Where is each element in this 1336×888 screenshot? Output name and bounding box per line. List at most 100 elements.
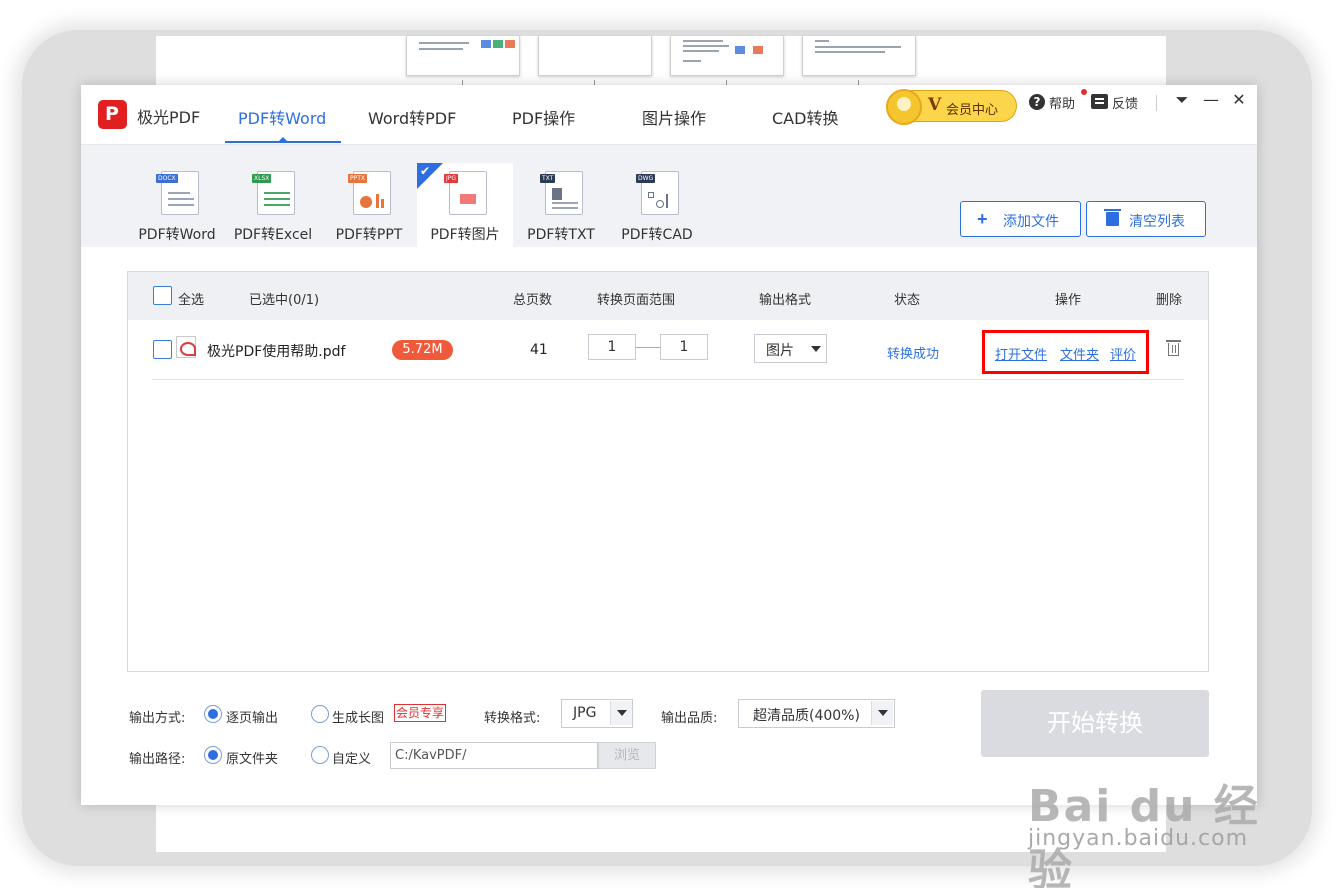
xlsx-file-icon: XLSX (252, 171, 295, 215)
chevron-down-icon (811, 346, 821, 352)
select-all-checkbox[interactable] (153, 286, 172, 305)
range-separator (636, 347, 662, 348)
header-page-range: 转换页面范围 (597, 293, 676, 308)
header-operations: 操作 (1055, 293, 1082, 308)
plus-icon: + (977, 209, 988, 229)
radio-per-page[interactable] (204, 705, 222, 723)
vip-center-button[interactable]: V 会员中心 (886, 89, 1017, 125)
tab-pdf-operations[interactable]: PDF操作 (512, 105, 575, 129)
tool-pdf-to-word[interactable]: DOCX PDF转Word (129, 163, 225, 247)
page-count: 41 (530, 342, 548, 358)
long-image-label[interactable]: 生成长图 (332, 707, 384, 726)
tab-pdf-to-word[interactable]: PDF转Word (238, 105, 326, 129)
dropdown-button (871, 701, 893, 725)
range-to-input[interactable]: 1 (660, 334, 708, 360)
radio-long-image[interactable] (311, 705, 329, 723)
output-mode-label: 输出方式: (129, 711, 186, 726)
header-total-pages: 总页数 (513, 293, 553, 308)
convert-format-label: 转换格式: (484, 711, 541, 726)
open-file-link[interactable]: 打开文件 (995, 344, 1047, 363)
pptx-file-icon: PPTX (348, 171, 391, 215)
table-header: 全选 已选中(0/1) 总页数 转换页面范围 输出格式 状态 操作 删除 (128, 272, 1208, 320)
delete-icon[interactable] (1166, 340, 1181, 356)
file-name: 极光PDF使用帮助.pdf (207, 344, 346, 360)
tool-pdf-to-image[interactable]: ✔ JPG PDF转图片 (417, 163, 513, 247)
feedback-button[interactable]: 反馈 (1112, 93, 1138, 112)
help-button[interactable]: 帮助 (1049, 93, 1075, 112)
add-file-button[interactable]: + 添加文件 (960, 201, 1081, 237)
quality-label: 输出品质: (661, 711, 718, 726)
app-window: P 极光PDF PDF转Word Word转PDF PDF操作 图片操作 CAD… (81, 85, 1257, 805)
original-folder-label[interactable]: 原文件夹 (226, 748, 278, 767)
convert-format-select[interactable]: JPG (561, 699, 633, 728)
app-logo-icon: P (98, 100, 127, 129)
checkmark-icon: ✔ (420, 164, 431, 178)
user-avatar-icon (886, 89, 922, 125)
operations-highlight: 打开文件 文件夹 评价 (982, 330, 1149, 374)
page-thumbnail[interactable] (406, 36, 520, 76)
header-status: 状态 (894, 293, 921, 308)
custom-path-label[interactable]: 自定义 (332, 748, 371, 767)
page-thumbnail[interactable] (670, 36, 784, 76)
tool-label: PDF转Excel (233, 227, 313, 243)
app-name: 极光PDF (137, 108, 201, 127)
tool-pdf-to-txt[interactable]: TXT PDF转TXT (513, 163, 609, 247)
per-page-label[interactable]: 逐页输出 (226, 707, 278, 726)
tool-label: PDF转图片 (430, 227, 500, 243)
range-from-input[interactable]: 1 (588, 334, 636, 360)
quality-select[interactable]: 超清品质(400%) (738, 699, 895, 728)
minimize-icon[interactable]: — (1202, 91, 1220, 109)
tool-label: PDF转Word (138, 227, 216, 243)
vip-center-label: 会员中心 (946, 103, 999, 118)
chevron-down-icon (617, 710, 627, 716)
page-thumbnail[interactable] (538, 36, 652, 76)
vip-badge-icon: V (928, 95, 942, 115)
tool-label: PDF转TXT (527, 227, 595, 243)
output-path-label: 输出路径: (129, 752, 186, 767)
jpg-file-icon: JPG (444, 171, 487, 215)
format-select[interactable]: 图片 (754, 334, 827, 363)
feedback-icon[interactable] (1091, 94, 1108, 109)
tool-pdf-to-ppt[interactable]: PPTX PDF转PPT (321, 163, 417, 247)
start-convert-button[interactable]: 开始转换 (981, 690, 1209, 757)
header-divider (1156, 95, 1157, 111)
rate-link[interactable]: 评价 (1110, 344, 1136, 363)
browse-button[interactable]: 浏览 (598, 742, 656, 769)
output-path-input[interactable]: C:/KavPDF/ (390, 742, 598, 769)
row-checkbox[interactable] (153, 340, 172, 359)
tab-word-to-pdf[interactable]: Word转PDF (368, 105, 456, 129)
header-output-format: 输出格式 (759, 293, 812, 308)
tool-pdf-to-excel[interactable]: XLSX PDF转Excel (225, 163, 321, 247)
dwg-file-icon: DWG (636, 171, 679, 215)
header-delete: 删除 (1156, 293, 1183, 308)
trash-icon (1104, 209, 1121, 226)
tool-pdf-to-cad[interactable]: DWG PDF转CAD (609, 163, 705, 247)
page-thumbnail[interactable] (802, 36, 916, 76)
notification-dot (1081, 89, 1087, 95)
title-bar: P 极光PDF PDF转Word Word转PDF PDF操作 图片操作 CAD… (81, 85, 1257, 145)
baidu-jingyan-watermark: Bai du 经验 jingyan.baidu.com (1028, 781, 1260, 888)
table-row[interactable]: 极光PDF使用帮助.pdf 5.72M 41 1 1 图片 转换成功 打开文件 … (152, 320, 1184, 380)
page-thumbnail-strip (196, 36, 1126, 92)
close-icon[interactable]: ✕ (1230, 91, 1248, 109)
clear-list-button[interactable]: 清空列表 (1086, 201, 1206, 237)
docx-file-icon: DOCX (156, 171, 199, 215)
file-table: 全选 已选中(0/1) 总页数 转换页面范围 输出格式 状态 操作 删除 极光P… (127, 271, 1209, 672)
file-size-badge: 5.72M (392, 340, 453, 360)
radio-original-folder[interactable] (204, 746, 222, 764)
dropdown-button (610, 701, 632, 725)
help-icon[interactable]: ? (1029, 94, 1045, 110)
tab-image-operations[interactable]: 图片操作 (642, 105, 706, 129)
conversion-status: 转换成功 (887, 347, 940, 362)
selected-count: 已选中(0/1) (249, 293, 320, 308)
menu-dropdown-icon[interactable]: ⏷ (1173, 91, 1191, 109)
tab-cad-convert[interactable]: CAD转换 (772, 105, 838, 129)
open-folder-link[interactable]: 文件夹 (1060, 344, 1099, 363)
chevron-down-icon (878, 710, 888, 716)
active-tab-caret (278, 137, 288, 142)
vip-only-badge: 会员专享 (394, 704, 446, 722)
radio-custom-path[interactable] (311, 746, 329, 764)
txt-file-icon: TXT (540, 171, 583, 215)
tool-label: PDF转PPT (335, 227, 403, 243)
select-all-label[interactable]: 全选 (178, 289, 204, 308)
